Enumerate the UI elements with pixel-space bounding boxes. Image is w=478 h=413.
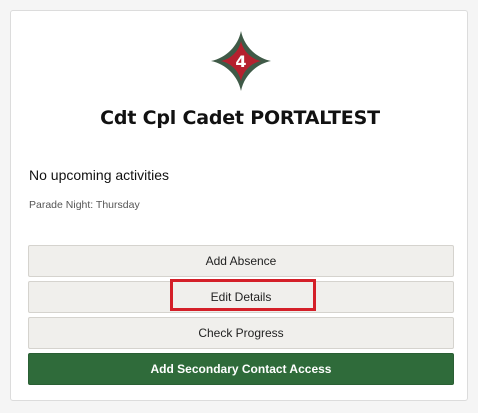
- activities-status: No upcoming activities: [29, 167, 170, 183]
- check-progress-button[interactable]: Check Progress: [28, 317, 454, 349]
- edit-details-button[interactable]: Edit Details: [28, 281, 454, 313]
- rank-badge-icon: 4: [209, 29, 273, 93]
- add-secondary-contact-button[interactable]: Add Secondary Contact Access: [28, 353, 454, 385]
- cadet-name: Cdt Cpl Cadet PORTALTEST: [100, 107, 380, 129]
- badge-number: 4: [235, 52, 246, 71]
- parade-night-text: Parade Night: Thursday: [29, 199, 140, 211]
- cadet-card: 4 Cdt Cpl Cadet PORTALTEST No upcoming a…: [10, 10, 468, 401]
- add-absence-button[interactable]: Add Absence: [28, 245, 454, 277]
